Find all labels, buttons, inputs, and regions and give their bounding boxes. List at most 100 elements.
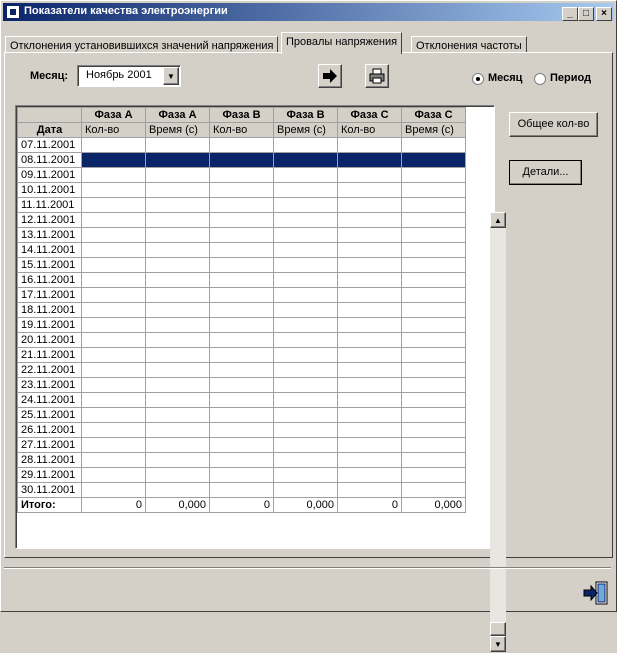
value-cell[interactable] (401, 392, 466, 408)
value-cell[interactable] (209, 317, 274, 333)
value-cell[interactable] (337, 212, 402, 228)
table-row[interactable]: 12.11.2001 (17, 212, 466, 228)
value-cell[interactable] (401, 452, 466, 468)
value-cell[interactable] (337, 242, 402, 258)
value-cell[interactable] (337, 392, 402, 408)
table-row[interactable]: 16.11.2001 (17, 272, 466, 288)
column-header[interactable]: Фаза С (337, 107, 402, 123)
value-cell[interactable] (401, 212, 466, 228)
value-cell[interactable] (81, 392, 146, 408)
value-cell[interactable] (145, 422, 210, 438)
table-row[interactable]: 10.11.2001 (17, 182, 466, 198)
date-column-header[interactable]: Дата (17, 122, 82, 138)
scroll-thumb[interactable] (490, 622, 506, 636)
value-cell[interactable] (273, 242, 338, 258)
column-subheader[interactable]: Кол-во (337, 122, 402, 138)
value-cell[interactable] (273, 377, 338, 393)
value-cell[interactable] (209, 137, 274, 153)
value-cell[interactable] (145, 467, 210, 483)
value-cell[interactable] (401, 287, 466, 303)
chevron-down-icon[interactable]: ▼ (163, 67, 179, 85)
value-cell[interactable] (209, 377, 274, 393)
value-cell[interactable] (337, 317, 402, 333)
value-cell[interactable] (273, 197, 338, 213)
value-cell[interactable] (273, 422, 338, 438)
value-cell[interactable] (145, 452, 210, 468)
value-cell[interactable] (145, 362, 210, 378)
value-cell[interactable] (209, 227, 274, 243)
value-cell[interactable] (273, 227, 338, 243)
value-cell[interactable] (145, 272, 210, 288)
value-cell[interactable] (337, 302, 402, 318)
column-header[interactable]: Фаза А (81, 107, 146, 123)
date-cell[interactable]: 09.11.2001 (17, 167, 82, 183)
table-row[interactable]: 18.11.2001 (17, 302, 466, 318)
value-cell[interactable] (145, 287, 210, 303)
value-cell[interactable] (81, 227, 146, 243)
value-cell[interactable] (337, 332, 402, 348)
value-cell[interactable] (273, 152, 338, 168)
table-row[interactable]: 19.11.2001 (17, 317, 466, 333)
table-row[interactable]: 27.11.2001 (17, 437, 466, 453)
date-cell[interactable]: 07.11.2001 (17, 137, 82, 153)
table-row[interactable]: 29.11.2001 (17, 467, 466, 483)
radio-month[interactable] (472, 73, 484, 85)
value-cell[interactable] (81, 377, 146, 393)
date-cell[interactable]: 17.11.2001 (17, 287, 82, 303)
value-cell[interactable] (81, 437, 146, 453)
value-cell[interactable] (145, 392, 210, 408)
value-cell[interactable] (273, 452, 338, 468)
minimize-button[interactable]: _ (562, 7, 578, 21)
value-cell[interactable] (145, 377, 210, 393)
value-cell[interactable] (81, 212, 146, 228)
print-button[interactable] (365, 64, 389, 88)
table-row[interactable]: 28.11.2001 (17, 452, 466, 468)
value-cell[interactable] (337, 287, 402, 303)
value-cell[interactable] (81, 407, 146, 423)
value-cell[interactable] (81, 317, 146, 333)
column-subheader[interactable]: Время (с) (273, 122, 338, 138)
value-cell[interactable] (273, 137, 338, 153)
details-button[interactable]: Детали... (509, 160, 582, 185)
column-header[interactable]: Фаза С (401, 107, 466, 123)
value-cell[interactable] (401, 137, 466, 153)
value-cell[interactable] (209, 152, 274, 168)
column-subheader[interactable]: Кол-во (209, 122, 274, 138)
value-cell[interactable] (401, 422, 466, 438)
value-cell[interactable] (401, 347, 466, 363)
date-cell[interactable]: 24.11.2001 (17, 392, 82, 408)
value-cell[interactable] (337, 407, 402, 423)
value-cell[interactable] (145, 332, 210, 348)
value-cell[interactable] (209, 287, 274, 303)
value-cell[interactable] (401, 152, 466, 168)
value-cell[interactable] (337, 137, 402, 153)
value-cell[interactable] (81, 302, 146, 318)
table-row[interactable]: 08.11.2001 (17, 152, 466, 168)
date-cell[interactable]: 14.11.2001 (17, 242, 82, 258)
value-cell[interactable] (401, 272, 466, 288)
value-cell[interactable] (81, 422, 146, 438)
value-cell[interactable] (273, 287, 338, 303)
value-cell[interactable] (273, 437, 338, 453)
value-cell[interactable] (273, 182, 338, 198)
value-cell[interactable] (145, 302, 210, 318)
value-cell[interactable] (273, 272, 338, 288)
value-cell[interactable] (145, 197, 210, 213)
column-subheader[interactable]: Кол-во (81, 122, 146, 138)
table-row[interactable]: 09.11.2001 (17, 167, 466, 183)
value-cell[interactable] (337, 257, 402, 273)
date-cell[interactable]: 23.11.2001 (17, 377, 82, 393)
date-cell[interactable]: 20.11.2001 (17, 332, 82, 348)
value-cell[interactable] (145, 317, 210, 333)
value-cell[interactable] (337, 377, 402, 393)
value-cell[interactable] (145, 182, 210, 198)
value-cell[interactable] (273, 167, 338, 183)
value-cell[interactable] (209, 392, 274, 408)
table-row[interactable]: 21.11.2001 (17, 347, 466, 363)
value-cell[interactable] (209, 347, 274, 363)
value-cell[interactable] (145, 437, 210, 453)
table-row[interactable]: 25.11.2001 (17, 407, 466, 423)
value-cell[interactable] (401, 302, 466, 318)
column-subheader[interactable]: Время (с) (145, 122, 210, 138)
vertical-scrollbar[interactable]: ▲ ▼ (490, 212, 506, 652)
